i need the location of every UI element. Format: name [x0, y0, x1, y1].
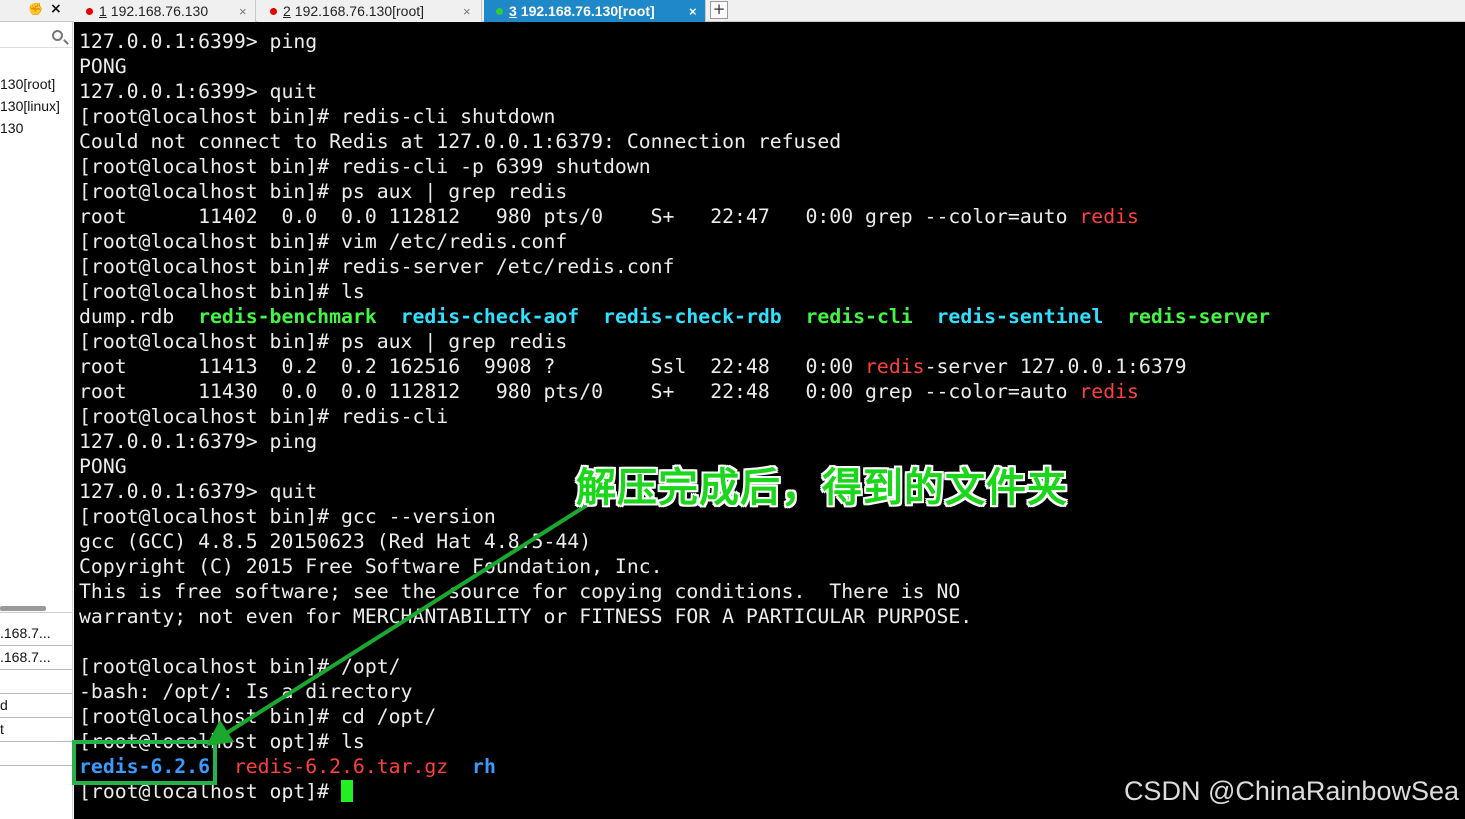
terminal-line: 127.0.0.1:6379> quit — [79, 480, 318, 503]
terminal-line: [root@localhost bin]# /opt/ — [79, 655, 401, 678]
terminal-line: [root@localhost bin]# ps aux | grep redi… — [79, 180, 568, 203]
terminal-line: [root@localhost bin]# redis-server /etc/… — [79, 255, 675, 278]
session-item[interactable]: 130[root] — [0, 76, 55, 92]
annotation-highlight-box — [72, 740, 217, 785]
session-tab-bar: ✊ × 1 192.168.76.130 × 2 192.168.76.130[… — [0, 0, 1465, 22]
tab-label: 192.168.76.130[root] — [520, 3, 655, 19]
tab-close-icon[interactable]: × — [463, 4, 471, 19]
terminal-line: 127.0.0.1:6399> ping — [79, 30, 318, 53]
terminal-line: [root@localhost bin]# cd /opt/ — [79, 705, 437, 728]
terminal-line: root 11430 0.0 0.0 112812 980 pts/0 S+ 2… — [79, 379, 1139, 404]
ls-executable: redis-sentinel — [936, 305, 1104, 328]
terminal-line: PONG — [79, 455, 127, 478]
terminal-line: gcc (GCC) 4.8.5 20150623 (Red Hat 4.8.5-… — [79, 530, 592, 553]
list-item[interactable]: .168.7... — [0, 622, 72, 646]
terminal-line: [root@localhost bin]# redis-cli shutdown — [79, 105, 556, 128]
list-item[interactable]: .168.7... — [0, 646, 72, 670]
terminal-line: -bash: /opt/: Is a directory — [79, 680, 413, 703]
tab-session-3[interactable]: 3 192.168.76.130[root] × — [484, 0, 706, 22]
tab-number: 3 — [509, 3, 517, 19]
terminal-line: root 11413 0.2 0.2 162516 9908 ? Ssl 22:… — [79, 354, 1187, 379]
list-item[interactable]: d — [0, 694, 72, 718]
ls-executable: redis-cli — [805, 305, 913, 328]
ls-archive: redis-6.2.6.tar.gz — [233, 755, 449, 778]
terminal-line: 127.0.0.1:6399> quit — [79, 80, 318, 103]
grep-match: redis — [1079, 205, 1139, 228]
terminal-line: 127.0.0.1:6379> ping — [79, 430, 318, 453]
search-icon[interactable] — [52, 30, 63, 41]
list-item[interactable] — [0, 670, 72, 694]
ls-executable: redis-check-aof — [400, 305, 580, 328]
tab-session-1[interactable]: 1 192.168.76.130 × — [74, 0, 256, 22]
session-sidebar: 130[root] 130[linux] 130 .168.7... .168.… — [0, 22, 73, 819]
tab-number: 2 — [283, 3, 291, 19]
status-dot-icon — [496, 7, 503, 15]
terminal-line: Could not connect to Redis at 127.0.0.1:… — [79, 130, 842, 153]
grep-match: redis — [1079, 380, 1139, 403]
terminal-line: [root@localhost bin]# redis-cli -p 6399 … — [79, 155, 651, 178]
tab-close-icon[interactable]: × — [239, 4, 247, 19]
terminal-line: Copyright (C) 2015 Free Software Foundat… — [79, 555, 663, 578]
ls-executable: redis-server — [1127, 305, 1270, 328]
ls-executable: redis-check-rdb — [603, 305, 782, 328]
annotation-label: 解压完成后，得到的文件夹 — [576, 465, 1068, 511]
scrollbar-track — [0, 612, 72, 613]
terminal-line: This is free software; see the source fo… — [79, 580, 961, 603]
terminal-line: root 11402 0.0 0.0 112812 980 pts/0 S+ 2… — [79, 204, 1139, 229]
add-tab-button[interactable]: + — [710, 1, 728, 19]
tab-number: 1 — [99, 3, 107, 19]
tab-session-2[interactable]: 2 192.168.76.130[root] × — [258, 0, 482, 22]
ls-file: dump.rdb — [79, 305, 199, 328]
tab-close-icon[interactable]: × — [689, 4, 697, 19]
pin-icon[interactable]: ✊ — [28, 2, 43, 16]
terminal-text: root 11430 0.0 0.0 112812 980 pts/0 S+ 2… — [79, 380, 1080, 403]
terminal-text: root 11402 0.0 0.0 112812 980 pts/0 S+ 2… — [79, 205, 1080, 228]
list-item[interactable] — [0, 742, 72, 766]
tab-label: 192.168.76.130[root] — [294, 3, 425, 19]
terminal-output[interactable]: 127.0.0.1:6399> ping PONG 127.0.0.1:6399… — [74, 22, 1465, 819]
terminal-cursor[interactable] — [341, 780, 354, 802]
terminal-line: [root@localhost bin]# ls — [79, 280, 365, 303]
status-dot-icon — [86, 7, 93, 15]
terminal-line: [root@localhost bin]# ps aux | grep redi… — [79, 330, 568, 353]
session-item[interactable]: 130[linux] — [0, 98, 60, 114]
terminal-line: [root@localhost bin]# vim /etc/redis.con… — [79, 230, 568, 253]
terminal-line: warranty; not even for MERCHANTABILITY o… — [79, 605, 973, 628]
terminal-text: root 11413 0.2 0.2 162516 9908 ? Ssl 22:… — [79, 355, 866, 378]
status-dot-icon — [270, 7, 277, 15]
watermark: CSDN @ChinaRainbowSea — [1123, 776, 1459, 806]
terminal-line: PONG — [79, 55, 127, 78]
terminal-text: -server 127.0.0.1:6379 — [924, 355, 1187, 378]
grep-match: redis — [865, 355, 925, 378]
terminal-line: [root@localhost bin]# gcc --version — [79, 505, 496, 528]
session-search-input[interactable] — [0, 26, 72, 48]
tab-label: 192.168.76.130 — [110, 3, 209, 19]
terminal-line: dump.rdb redis-benchmark redis-check-aof… — [79, 304, 1270, 329]
close-panel-button[interactable]: × — [50, 1, 62, 17]
list-item[interactable]: t — [0, 718, 72, 742]
ls-executable: redis-benchmark — [198, 305, 377, 328]
session-item[interactable]: 130 — [0, 120, 23, 136]
terminal-line: [root@localhost bin]# redis-cli — [79, 405, 449, 428]
ls-directory: rh — [472, 755, 496, 778]
horizontal-scrollbar[interactable] — [0, 606, 46, 611]
